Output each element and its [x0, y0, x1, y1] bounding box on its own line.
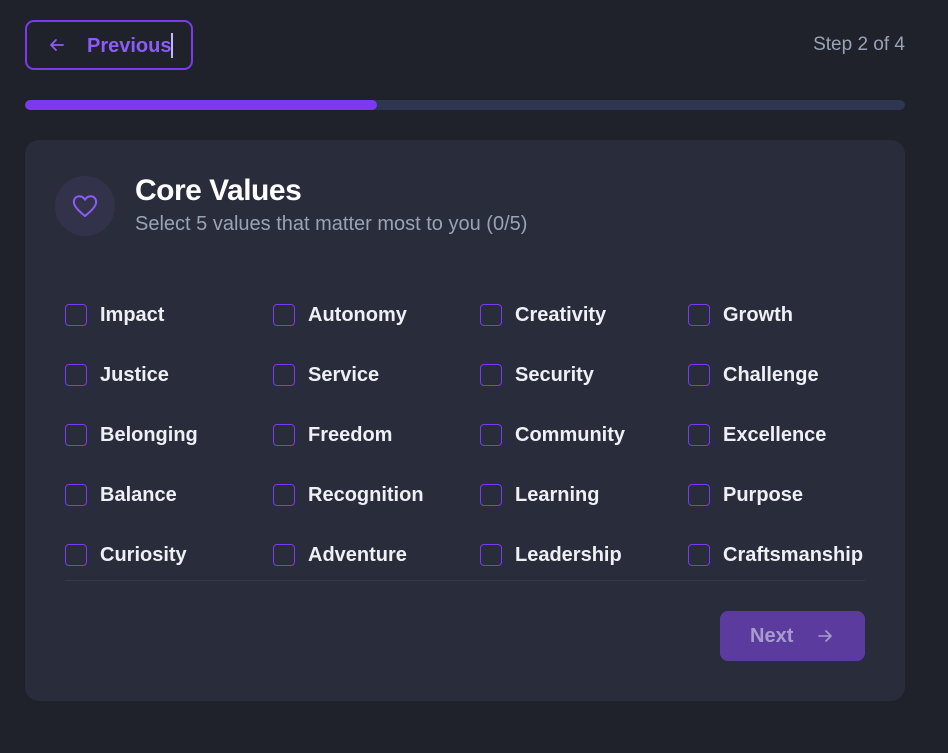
value-label: Creativity: [515, 304, 607, 326]
arrow-right-icon: [818, 630, 832, 642]
value-option[interactable]: Security: [480, 360, 594, 390]
value-label: Growth: [723, 304, 793, 326]
heart-icon: [72, 195, 98, 217]
card-subtitle: Select 5 values that matter most to you …: [135, 213, 528, 235]
value-label: Community: [515, 424, 625, 446]
value-option[interactable]: Adventure: [273, 540, 407, 570]
value-option[interactable]: Creativity: [480, 300, 606, 330]
value-label: Service: [308, 364, 380, 386]
value-checkbox[interactable]: [480, 424, 502, 446]
value-checkbox[interactable]: [65, 484, 87, 506]
values-card: Core Values Select 5 values that matter …: [25, 140, 905, 701]
value-option[interactable]: Excellence: [688, 420, 826, 450]
value-option[interactable]: Growth: [688, 300, 793, 330]
value-option[interactable]: Leadership: [480, 540, 622, 570]
arrow-left-icon: [50, 39, 64, 51]
value-label: Security: [515, 364, 594, 386]
divider: [65, 580, 865, 581]
step-indicator: Step 2 of 4: [813, 34, 905, 55]
value-option[interactable]: Justice: [65, 360, 169, 390]
value-label: Balance: [100, 484, 177, 506]
value-label: Purpose: [723, 484, 804, 506]
value-label: Excellence: [723, 424, 827, 446]
value-option[interactable]: Craftsmanship: [688, 540, 863, 570]
value-checkbox[interactable]: [688, 544, 710, 566]
text-caret: [171, 33, 173, 58]
value-option[interactable]: Freedom: [273, 420, 392, 450]
value-checkbox[interactable]: [688, 484, 710, 506]
value-checkbox[interactable]: [688, 364, 710, 386]
value-label: Curiosity: [100, 544, 187, 566]
value-label: Belonging: [100, 424, 198, 446]
value-checkbox[interactable]: [65, 304, 87, 326]
value-label: Adventure: [308, 544, 407, 566]
value-option[interactable]: Curiosity: [65, 540, 187, 570]
value-label: Leadership: [515, 544, 622, 566]
value-option[interactable]: Purpose: [688, 480, 803, 510]
value-option[interactable]: Belonging: [65, 420, 198, 450]
card-title: Core Values: [135, 174, 302, 207]
next-button[interactable]: Next: [720, 611, 865, 661]
value-checkbox[interactable]: [688, 424, 710, 446]
heart-icon-badge: [55, 176, 115, 236]
value-option[interactable]: Challenge: [688, 360, 819, 390]
value-checkbox[interactable]: [480, 484, 502, 506]
value-checkbox[interactable]: [273, 484, 295, 506]
value-option[interactable]: Impact: [65, 300, 164, 330]
value-label: Justice: [100, 364, 169, 386]
value-checkbox[interactable]: [65, 544, 87, 566]
value-label: Autonomy: [308, 304, 407, 326]
value-label: Impact: [100, 304, 165, 326]
value-option[interactable]: Service: [273, 360, 379, 390]
value-label: Recognition: [308, 484, 424, 506]
value-label: Freedom: [308, 424, 393, 446]
value-label: Challenge: [723, 364, 819, 386]
value-checkbox[interactable]: [688, 304, 710, 326]
value-option[interactable]: Balance: [65, 480, 177, 510]
value-option[interactable]: Autonomy: [273, 300, 407, 330]
value-checkbox[interactable]: [65, 424, 87, 446]
value-checkbox[interactable]: [480, 304, 502, 326]
value-option[interactable]: Recognition: [273, 480, 424, 510]
value-checkbox[interactable]: [480, 364, 502, 386]
next-button-label: Next: [750, 625, 794, 647]
progress-fill: [25, 100, 377, 110]
value-label: Craftsmanship: [723, 544, 864, 566]
previous-button[interactable]: Previous: [25, 20, 193, 70]
value-option[interactable]: Learning: [480, 480, 599, 510]
progress-bar: [25, 100, 905, 110]
value-label: Learning: [515, 484, 600, 506]
value-checkbox[interactable]: [480, 544, 502, 566]
value-checkbox[interactable]: [273, 304, 295, 326]
value-checkbox[interactable]: [65, 364, 87, 386]
value-checkbox[interactable]: [273, 364, 295, 386]
previous-button-label: Previous: [87, 35, 172, 57]
value-option[interactable]: Community: [480, 420, 625, 450]
value-checkbox[interactable]: [273, 424, 295, 446]
value-checkbox[interactable]: [273, 544, 295, 566]
wizard-page: Previous Step 2 of 4 Core Values Select …: [0, 0, 948, 753]
